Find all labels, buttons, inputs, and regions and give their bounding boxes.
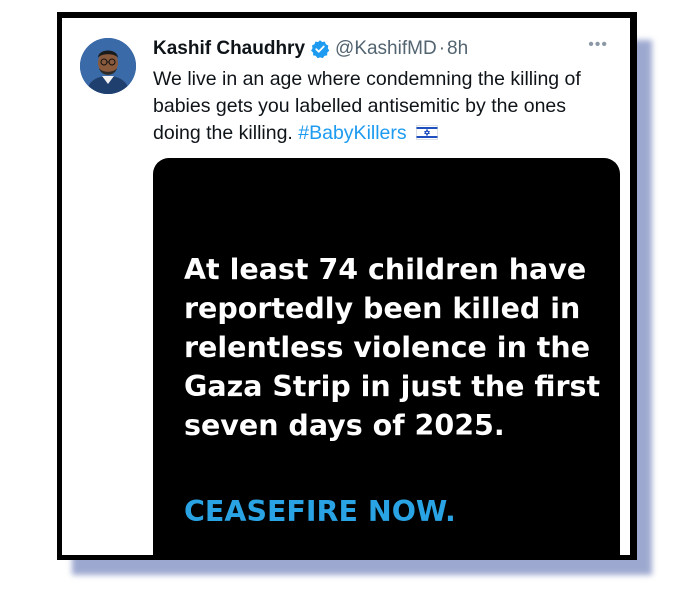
tweet-timestamp[interactable]: 8h [447,38,468,60]
tweet-header: Kashif Chaudhry @KashifMD · 8h ••• [153,36,610,62]
israel-flag-icon [416,121,438,140]
author-name[interactable]: Kashif Chaudhry [153,38,305,60]
tweet-media-image[interactable]: At least 74 children have reportedly bee… [153,158,620,555]
author-handle[interactable]: @KashifMD [335,38,437,60]
tweet-card[interactable]: Kashif Chaudhry @KashifMD · 8h ••• We li… [62,18,630,555]
media-cta: CEASEFIRE NOW. [184,495,456,528]
verified-badge-icon [310,39,330,59]
hashtag-link[interactable]: #BabyKillers [298,122,406,144]
avatar[interactable] [80,38,136,94]
media-headline: At least 74 children have reportedly bee… [184,253,601,442]
tweet-text: We live in an age where condemning the k… [153,66,613,147]
separator-dot: · [438,38,446,59]
screenshot-frame: Kashif Chaudhry @KashifMD · 8h ••• We li… [57,12,637,560]
screenshot-canvas: Kashif Chaudhry @KashifMD · 8h ••• We li… [0,0,680,595]
more-options-icon[interactable]: ••• [588,36,608,54]
